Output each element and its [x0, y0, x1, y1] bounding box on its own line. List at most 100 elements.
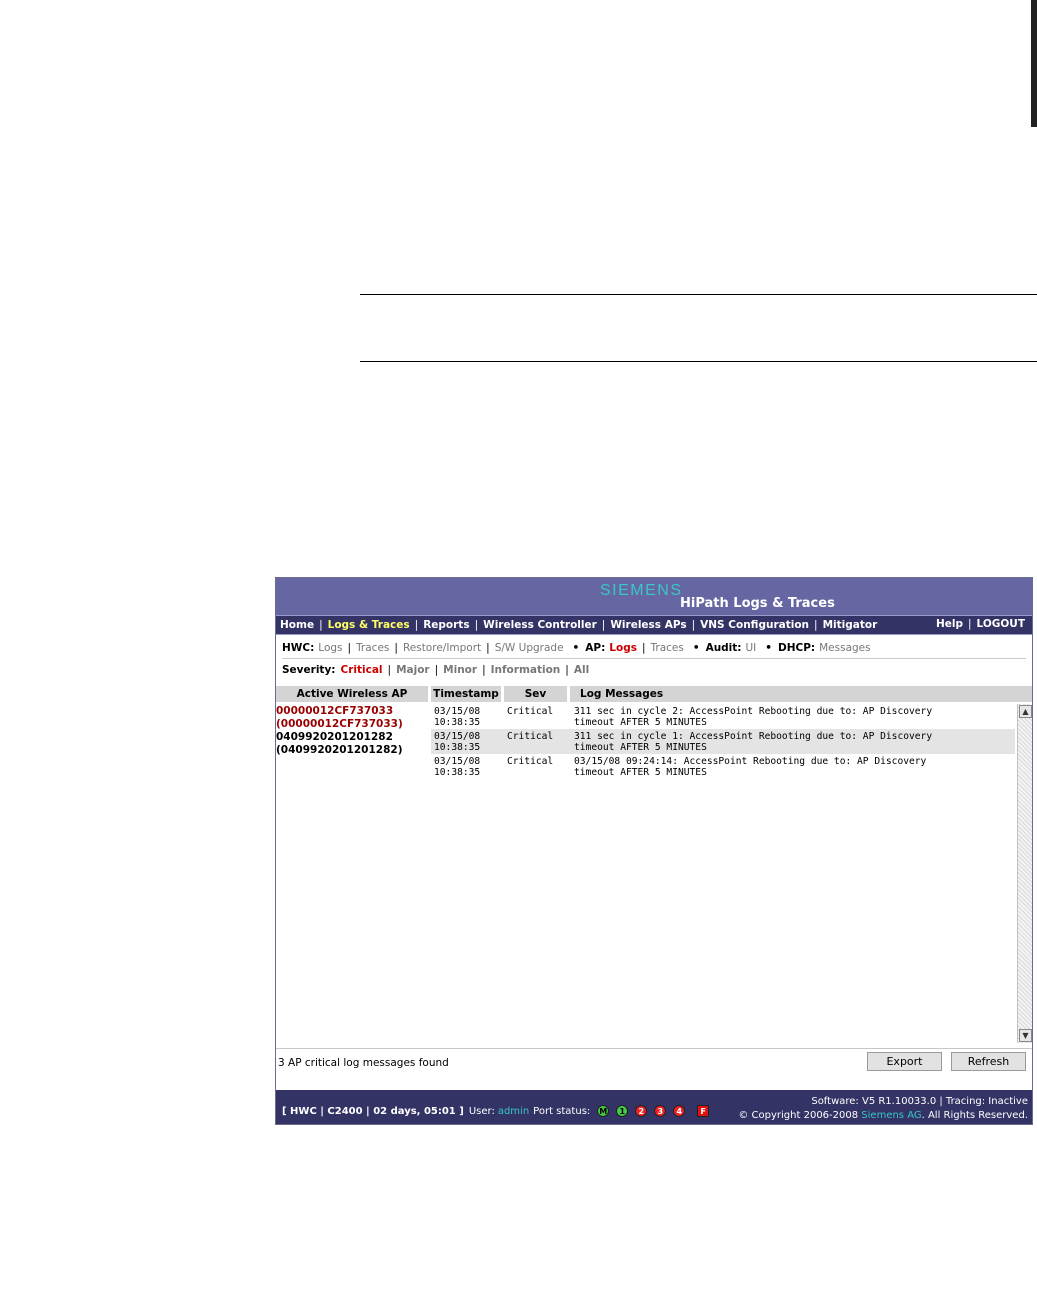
log-severity: Critical	[507, 756, 554, 767]
ap-traces-link[interactable]: Traces	[651, 642, 684, 654]
ap-label: AP:	[585, 642, 606, 654]
nav-home[interactable]: Home	[276, 619, 318, 631]
severity-label: Severity:	[282, 663, 336, 676]
log-message-list: 03/15/08 10:38:35 Critical 311 sec in cyc…	[431, 704, 1015, 1044]
log-message-line: timeout AFTER 5 MINUTES	[574, 742, 707, 753]
ap-list-item[interactable]: 0409920201201282 (0409920201201282)	[276, 731, 428, 757]
log-timestamp: 03/15/08 10:38:35	[434, 731, 502, 753]
help-link[interactable]: Help	[932, 618, 967, 630]
top-navigation-right: Help | LOGOUT	[932, 618, 1029, 630]
log-message-line: 03/15/08 09:24:14: AccessPoint Rebooting…	[574, 756, 927, 767]
dhcp-messages-link[interactable]: Messages	[819, 642, 871, 654]
separator: |	[482, 663, 486, 676]
logout-link[interactable]: LOGOUT	[973, 618, 1029, 630]
ap-logs-link[interactable]: Logs	[609, 642, 637, 654]
log-message: 03/15/08 09:24:14: AccessPoint Rebooting…	[574, 756, 1014, 778]
divider	[276, 1048, 1032, 1049]
siemens-ag-link[interactable]: Siemens AG	[861, 1110, 921, 1121]
copyright: © Copyright 2006-2008 Siemens AG. All Ri…	[738, 1109, 1028, 1123]
hwc-sw-upgrade-link[interactable]: S/W Upgrade	[495, 642, 564, 654]
bullet: •	[572, 642, 580, 654]
port-2-status-icon: 2	[635, 1105, 648, 1117]
bullet: •	[692, 642, 700, 654]
hwc-logs-link[interactable]: Logs	[318, 642, 342, 654]
column-header-timestamp: Timestamp	[431, 686, 501, 702]
log-timestamp: 03/15/08 10:38:35	[434, 756, 502, 778]
audit-label: Audit:	[705, 642, 742, 654]
log-message: 311 sec in cycle 2: AccessPoint Rebootin…	[574, 706, 1014, 728]
ap-list-item[interactable]: 00000012CF737033 (00000012CF737033)	[276, 705, 428, 731]
column-header-active-ap: Active Wireless AP	[276, 686, 428, 702]
refresh-button[interactable]: Refresh	[951, 1052, 1026, 1071]
log-timestamp: 03/15/08 10:38:35	[434, 706, 502, 728]
separator: |	[387, 663, 392, 676]
severity-all-link[interactable]: All	[574, 664, 589, 676]
hwc-restore-import-link[interactable]: Restore/Import	[403, 642, 481, 654]
log-message-line: 311 sec in cycle 1: AccessPoint Rebootin…	[574, 731, 933, 742]
log-severity: Critical	[507, 731, 554, 742]
document-rule-top	[360, 294, 1037, 295]
log-row[interactable]: 03/15/08 10:38:35 Critical 311 sec in cyc…	[431, 704, 1015, 729]
log-date: 03/15/08	[434, 756, 481, 767]
active-ap-list: 00000012CF737033 (00000012CF737033) 0409…	[276, 705, 428, 757]
hwc-traces-link[interactable]: Traces	[356, 642, 389, 654]
siemens-logo: SIEMENS	[600, 582, 683, 599]
log-severity: Critical	[507, 706, 554, 717]
result-count-text: 3 AP critical log messages found	[278, 1057, 449, 1069]
page-edge-mark	[1031, 0, 1037, 127]
log-time: 10:38:35	[434, 767, 481, 778]
separator: |	[565, 663, 569, 676]
severity-information-link[interactable]: Information	[491, 664, 561, 676]
scroll-up-icon[interactable]: ▲	[1019, 705, 1032, 718]
nav-vns-configuration[interactable]: VNS Configuration	[696, 619, 813, 631]
port-3-status-icon: 3	[654, 1105, 667, 1117]
sub-navigation: HWC: Logs | Traces | Restore/Import | S/W U…	[282, 638, 1026, 659]
top-navigation: Home | Logs & Traces | Reports | Wireless C…	[276, 615, 1032, 635]
severity-filter: Severity: Critical | Major | Minor | Inform…	[282, 659, 1026, 680]
ap-serial-alias: (0409920201201282)	[276, 744, 403, 756]
header-banner: SIEMENS HiPath Logs & Traces	[276, 578, 1032, 615]
log-message-line: timeout AFTER 5 MINUTES	[574, 717, 707, 728]
audit-ui-link[interactable]: UI	[746, 642, 757, 654]
severity-major-link[interactable]: Major	[396, 664, 430, 676]
separator: |	[434, 663, 439, 676]
vertical-scrollbar[interactable]: ▲ ▼	[1017, 704, 1032, 1043]
software-version: Software: V5 R1.10033.0 | Tracing: Inact…	[811, 1096, 1028, 1107]
separator: |	[641, 642, 646, 654]
software-info: Software: V5 R1.10033.0 | Tracing: Inact…	[738, 1095, 1028, 1123]
log-message-line: timeout AFTER 5 MINUTES	[574, 767, 707, 778]
session-info: [ HWC | C2400 | 02 days, 05:01 ] User: a…	[282, 1105, 710, 1117]
page-title: HiPath Logs & Traces	[680, 596, 835, 611]
nav-wireless-aps[interactable]: Wireless APs	[606, 619, 690, 631]
nav-mitigator[interactable]: Mitigator	[819, 619, 882, 631]
log-row[interactable]: 03/15/08 10:38:35 Critical 03/15/08 09:24…	[431, 754, 1015, 779]
severity-minor-link[interactable]: Minor	[443, 664, 477, 676]
column-header-sev: Sev	[504, 686, 567, 702]
nav-wireless-controller[interactable]: Wireless Controller	[479, 619, 601, 631]
copyright-suffix: . All Rights Reserved.	[921, 1110, 1028, 1121]
hwc-label: HWC:	[282, 642, 315, 654]
table-header: Active Wireless AP Timestamp Sev Log Mes…	[276, 686, 1032, 702]
export-button[interactable]: Export	[867, 1052, 942, 1071]
log-row[interactable]: 03/15/08 10:38:35 Critical 311 sec in cyc…	[431, 729, 1015, 754]
column-header-log-messages: Log Messages	[570, 686, 1032, 702]
status-footer: [ HWC | C2400 | 02 days, 05:01 ] User: a…	[276, 1090, 1032, 1124]
ap-serial: 0409920201201282	[276, 731, 393, 743]
severity-critical-link[interactable]: Critical	[341, 664, 383, 676]
ap-serial-alias: (00000012CF737033)	[276, 718, 403, 730]
log-time: 10:38:35	[434, 742, 481, 753]
nav-logs-traces[interactable]: Logs & Traces	[324, 619, 414, 631]
dhcp-label: DHCP:	[778, 642, 816, 654]
port-f-status-icon: F	[697, 1105, 710, 1117]
separator: |	[347, 642, 352, 654]
log-date: 03/15/08	[434, 706, 481, 717]
document-rule-bottom	[360, 361, 1037, 362]
ap-serial: 00000012CF737033	[276, 705, 394, 717]
port-m-status-icon: M	[597, 1105, 610, 1117]
user-label: User:	[468, 1105, 495, 1117]
nav-reports[interactable]: Reports	[419, 619, 473, 631]
scroll-down-icon[interactable]: ▼	[1019, 1029, 1032, 1042]
log-message-line: 311 sec in cycle 2: AccessPoint Rebootin…	[574, 706, 933, 717]
session-summary: [ HWC | C2400 | 02 days, 05:01 ]	[282, 1105, 464, 1117]
port-4-status-icon: 4	[673, 1105, 686, 1117]
